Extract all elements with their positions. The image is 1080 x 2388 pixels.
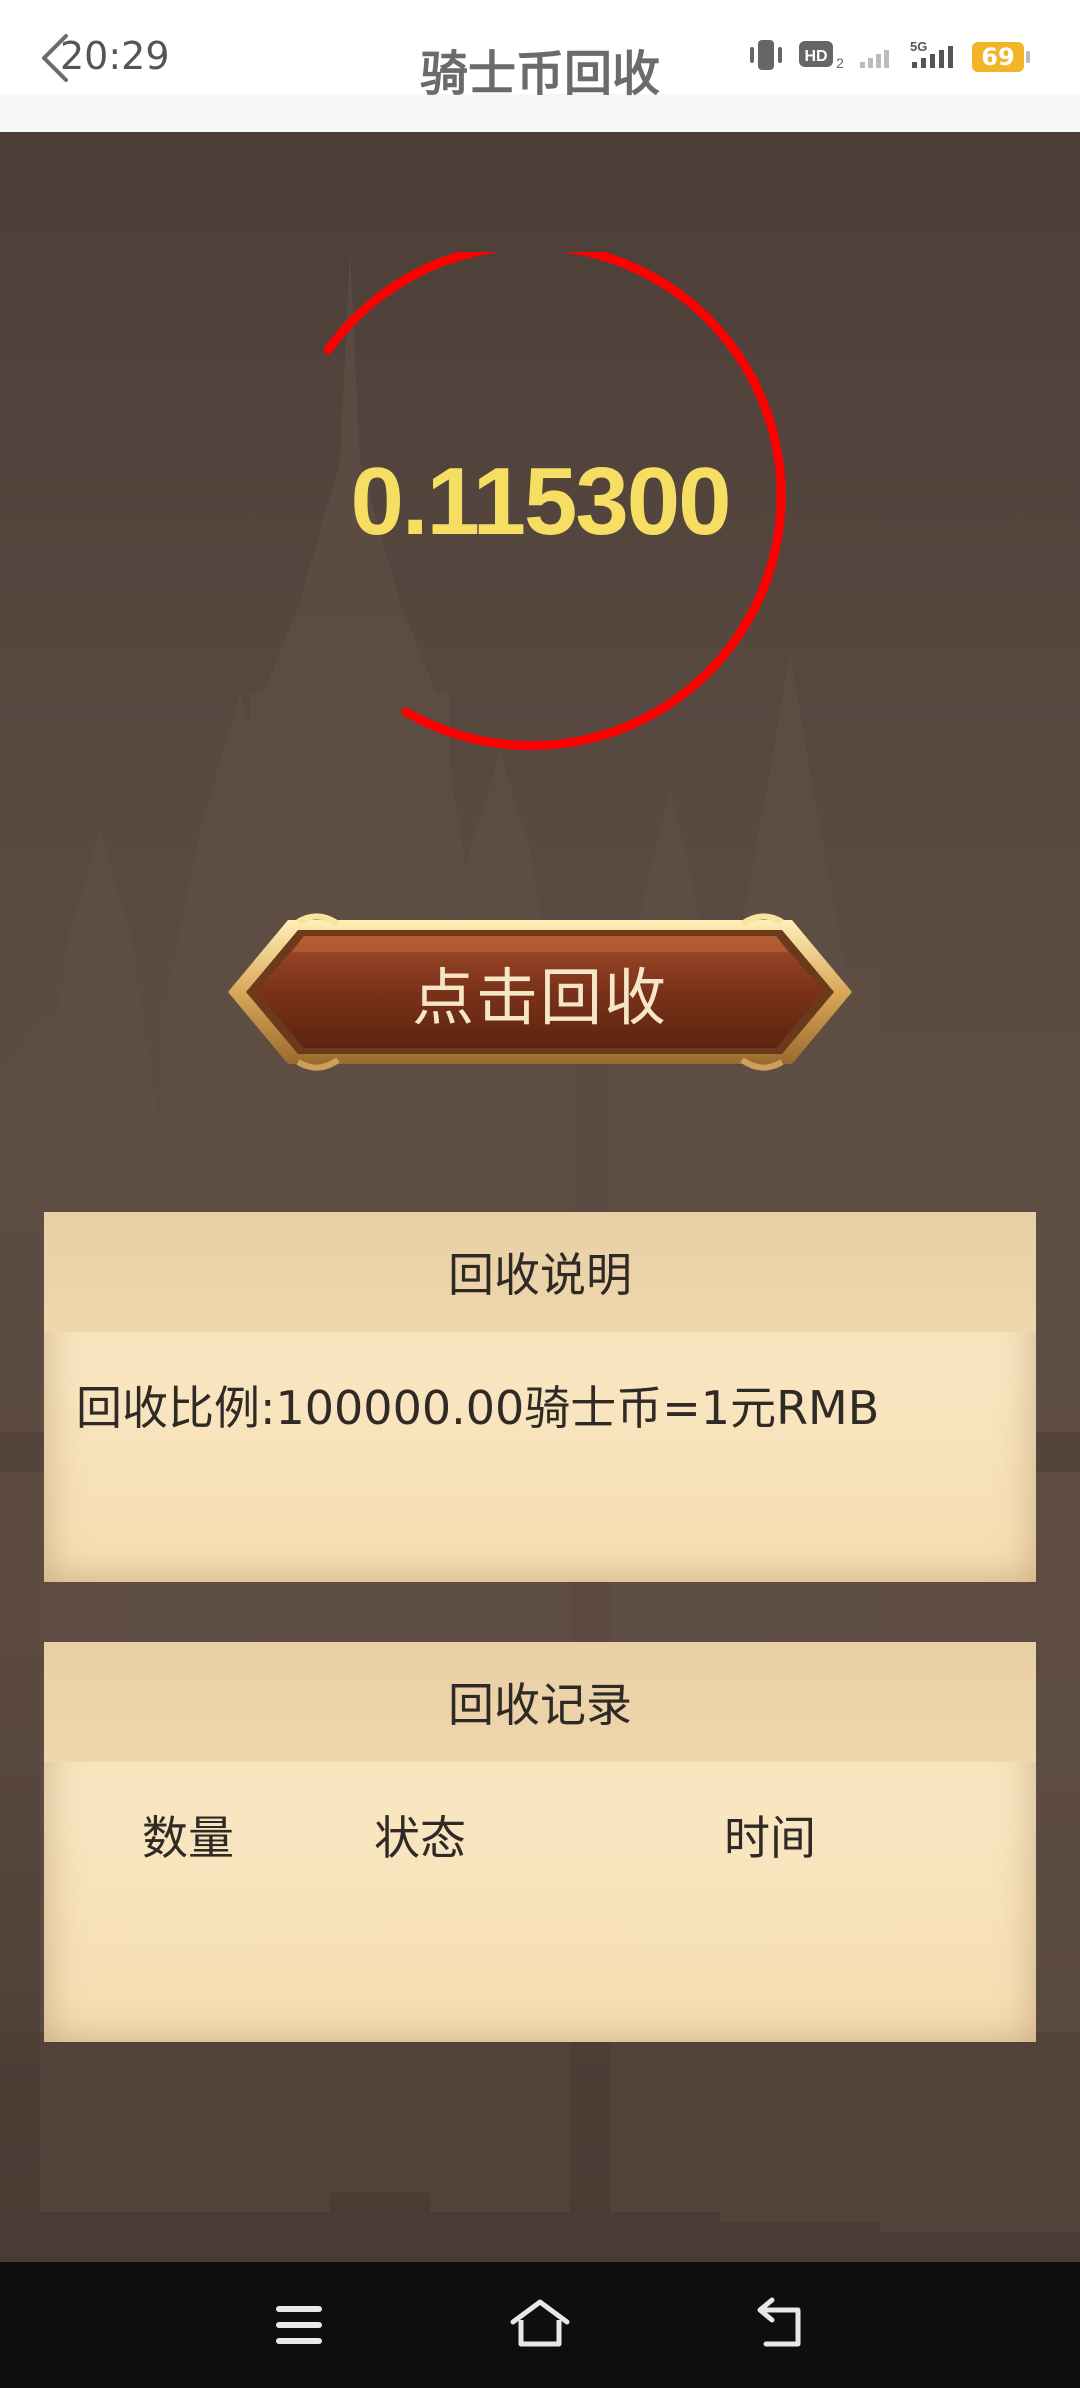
column-quantity: 数量 [142, 1811, 234, 1865]
column-status: 状态 [374, 1811, 466, 1865]
recycle-value-ring: 0.115300 [290, 241, 790, 752]
records-table-header: 数量 状态 时间 [44, 1802, 1036, 1882]
svg-text:2: 2 [836, 55, 844, 71]
hd-icon: HD 2 [798, 38, 846, 76]
system-nav-bar [0, 2262, 1080, 2388]
menu-nav-button[interactable] [266, 2292, 332, 2358]
top-bar: 20:29 骑士币回收 HD 2 5G 69 [0, 0, 1080, 132]
signal-weak-icon [858, 40, 896, 74]
main-stage: 0.115300 点击回收 回收说明 回收比例:100000.00骑士币=1元R… [0, 132, 1080, 2262]
recycle-button[interactable]: 点击回收 [228, 892, 852, 1092]
back-nav-button[interactable] [748, 2292, 814, 2358]
signal-5g-icon: 5G [908, 38, 960, 76]
home-icon [510, 2299, 570, 2347]
recycle-explain-panel: 回收说明 回收比例:100000.00骑士币=1元RMB [44, 1212, 1036, 1582]
svg-text:HD: HD [804, 48, 827, 65]
home-nav-button[interactable] [507, 2292, 573, 2358]
vibrate-icon [746, 38, 786, 76]
recycle-button-label: 点击回收 [411, 961, 668, 1034]
menu-icon [276, 2306, 322, 2344]
back-arrow-icon [757, 2297, 801, 2347]
battery-icon: 69 [972, 42, 1030, 72]
exchange-rate-text: 回收比例:100000.00骑士币=1元RMB [76, 1381, 880, 1435]
recycle-records-panel: 回收记录 数量 状态 时间 [44, 1642, 1036, 2042]
coin-value: 0.115300 [350, 448, 731, 555]
svg-text:5G: 5G [910, 39, 927, 54]
column-time: 时间 [724, 1811, 816, 1865]
status-icons: HD 2 5G 69 [746, 38, 1030, 76]
records-panel-title: 回收记录 [44, 1642, 1036, 1762]
explain-panel-title: 回收说明 [44, 1212, 1036, 1332]
